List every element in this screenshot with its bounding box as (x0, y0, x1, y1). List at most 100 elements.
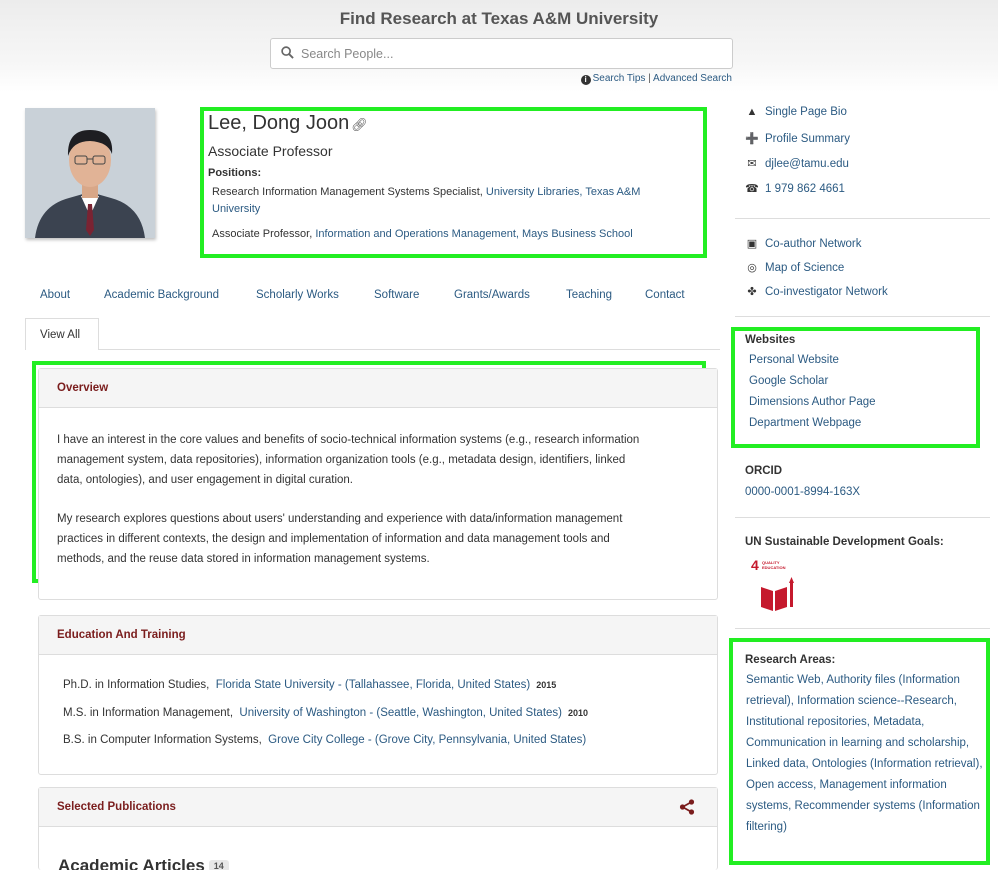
education-degree: M.S. in Information Management, (63, 707, 234, 719)
position-title: Research Information Management Systems … (212, 186, 486, 198)
tab-software[interactable]: Software (374, 289, 419, 301)
search-links: i Search Tips | Advanced Search (580, 73, 732, 85)
publications-heading: Selected Publications (39, 788, 717, 827)
sdg-badge-number: 4 (751, 557, 759, 573)
tab-view-all[interactable]: View All (25, 318, 99, 350)
website-link-dimensions[interactable]: Dimensions Author Page (749, 396, 876, 408)
profile-photo-image (25, 108, 155, 238)
sidebar-divider (735, 316, 990, 317)
positions-label: Positions: (208, 167, 262, 179)
single-page-bio-link[interactable]: ▲ Single Page Bio (745, 106, 847, 118)
permalink-icon[interactable]: 🔗︎ (351, 117, 368, 132)
single-page-bio-label: Single Page Bio (765, 106, 847, 118)
phone-icon: ☎ (745, 183, 759, 195)
tab-teaching[interactable]: Teaching (566, 289, 612, 301)
tab-divider (25, 349, 720, 350)
education-school-link[interactable]: University of Washington - (Seattle, Was… (239, 707, 562, 719)
advanced-search-link[interactable]: Advanced Search (653, 73, 732, 84)
websites-heading: Websites (745, 334, 796, 346)
add-person-icon: ➕ (745, 133, 759, 145)
tab-grants-awards[interactable]: Grants/Awards (454, 289, 530, 301)
email-label: djlee@tamu.edu (765, 158, 849, 170)
orcid-link[interactable]: 0000-0001-8994-163X (745, 486, 860, 498)
coinvestigator-icon: ✤ (747, 286, 757, 298)
orcid-heading: ORCID (745, 465, 783, 477)
sidebar-divider (735, 628, 990, 629)
position-org-link-cont[interactable]: University (212, 203, 260, 215)
education-item: Ph.D. in Information Studies, Florida St… (63, 679, 556, 691)
profile-photo (25, 108, 155, 238)
overview-line: management system, data repositories), i… (57, 454, 626, 466)
search-links-separator: | (648, 73, 651, 84)
coinvestigator-network-label: Co-investigator Network (765, 286, 888, 298)
site-header: Find Research at Texas A&M University iS… (0, 0, 998, 92)
position-item: Research Information Management Systems … (212, 184, 702, 218)
tab-about[interactable]: About (40, 289, 70, 301)
position-item: Associate Professor, Information and Ope… (212, 226, 633, 243)
education-year: 2010 (568, 708, 589, 718)
education-school-link[interactable]: Grove City College - (Grove City, Pennsy… (268, 734, 586, 746)
website-link-personal[interactable]: Personal Website (749, 354, 839, 366)
person-icon: ▲ (746, 106, 758, 118)
site-title: Find Research at Texas A&M University (339, 9, 659, 28)
profile-name-row: Lee, Dong Joon 🔗︎ (208, 112, 368, 135)
coauthor-network-label: Co-author Network (765, 238, 862, 250)
quality-education-icon: 4 QUALITY EDUCATION (751, 557, 794, 611)
overview-paragraph-1: I have an interest in the core values an… (57, 430, 707, 490)
publications-heading-text: Selected Publications (57, 801, 176, 813)
search-input[interactable] (301, 44, 721, 64)
map-of-science-link[interactable]: ◎ Map of Science (745, 261, 844, 274)
tab-scholarly-works[interactable]: Scholarly Works (256, 289, 339, 301)
sdg-heading: UN Sustainable Development Goals: (745, 536, 944, 548)
education-degree: Ph.D. in Information Studies, (63, 679, 210, 691)
tab-academic-background[interactable]: Academic Background (104, 289, 219, 301)
education-panel: Education And Training Ph.D. in Informat… (38, 615, 718, 775)
overview-paragraph-2: My research explores questions about use… (57, 509, 707, 569)
education-school-link[interactable]: Florida State University - (Tallahassee,… (216, 679, 530, 691)
coauthor-network-link[interactable]: ▣ Co-author Network (745, 237, 862, 250)
envelope-icon: ✉ (747, 158, 757, 170)
svg-text:EDUCATION: EDUCATION (762, 565, 786, 570)
overview-line: data, ontologies), and user engagement i… (57, 474, 354, 486)
profile-summary-label: Profile Summary (765, 133, 850, 145)
search-tips-link[interactable]: Search Tips (593, 73, 646, 84)
search-box[interactable] (270, 38, 733, 69)
education-degree: B.S. in Computer Information Systems, (63, 734, 262, 746)
overview-line: methods, and the reuse data stored in in… (57, 553, 430, 565)
network-icon: ▣ (746, 238, 758, 250)
map-of-science-icon: ◎ (747, 262, 757, 274)
coinvestigator-network-link[interactable]: ✤ Co-investigator Network (745, 285, 888, 298)
tab-contact[interactable]: Contact (645, 289, 685, 301)
profile-summary-link[interactable]: ➕ Profile Summary (745, 132, 850, 145)
academic-articles-count: 14 (208, 860, 229, 870)
profile-rank: Associate Professor (208, 143, 333, 159)
academic-articles-label: Academic Articles (58, 856, 205, 870)
education-item: M.S. in Information Management, Universi… (63, 707, 588, 719)
overview-line: My research explores questions about use… (57, 513, 623, 525)
phone-item: ☎ 1 979 862 4661 (745, 182, 845, 195)
overview-panel: Overview I have an interest in the core … (38, 368, 718, 600)
info-icon: i (580, 75, 591, 85)
position-org-link[interactable]: Information and Operations Management, M… (315, 228, 632, 240)
position-title: Associate Professor, (212, 228, 316, 240)
phone-label: 1 979 862 4661 (765, 183, 845, 195)
education-heading: Education And Training (39, 616, 717, 655)
website-link-department[interactable]: Department Webpage (749, 417, 861, 429)
sidebar-divider (735, 517, 990, 518)
share-icon[interactable] (679, 799, 695, 815)
search-icon (281, 46, 294, 59)
overview-line: I have an interest in the core values an… (57, 434, 640, 446)
overview-heading: Overview (39, 369, 717, 408)
email-link[interactable]: ✉ djlee@tamu.edu (745, 157, 849, 170)
profile-name: Lee, Dong Joon (208, 112, 350, 134)
section-tabs: About Academic Background Scholarly Work… (0, 289, 720, 309)
website-link-google-scholar[interactable]: Google Scholar (749, 375, 828, 387)
sdg-quality-education-badge[interactable]: 4 QUALITY EDUCATION (749, 556, 799, 612)
sidebar-divider (735, 218, 990, 219)
research-areas-list[interactable]: Semantic Web, Authority files (Informati… (746, 670, 992, 838)
academic-articles-heading[interactable]: Academic Articles 14 (58, 856, 229, 870)
map-of-science-label: Map of Science (765, 262, 845, 274)
position-org-link[interactable]: University Libraries, Texas A&M (486, 186, 640, 198)
overview-line: practices in different contexts, the des… (57, 533, 610, 545)
education-item: B.S. in Computer Information Systems, Gr… (63, 734, 586, 746)
